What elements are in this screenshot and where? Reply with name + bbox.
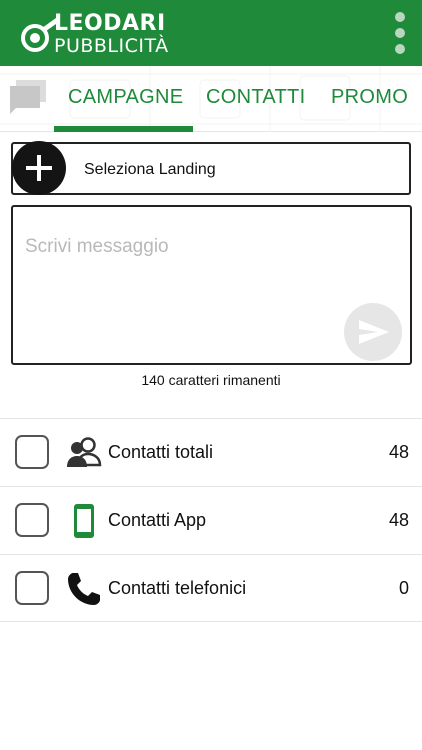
contact-row-label: Contatti totali [108, 442, 214, 462]
tab-contatti[interactable]: CONTATTI [206, 86, 305, 109]
message-input[interactable] [25, 227, 345, 267]
contact-row-telefonici[interactable]: Contatti telefonici 0 [0, 554, 422, 622]
tab-bar: CAMPAGNE CONTATTI PROMO [0, 66, 422, 132]
phone-icon [68, 573, 100, 605]
add-landing-button[interactable] [12, 141, 66, 195]
tab-promo[interactable]: PROMO [331, 86, 408, 109]
logo-subtitle: PUBBLICITÀ [54, 35, 169, 57]
active-tab-indicator [54, 126, 193, 132]
message-box [11, 205, 412, 365]
app-logo: LEODARI PUBBLICITÀ [20, 10, 220, 58]
landing-selector-label: Seleziona Landing [84, 161, 216, 178]
tab-campagne[interactable]: CAMPAGNE [68, 86, 183, 109]
contatti-telefonici-checkbox[interactable] [15, 571, 49, 605]
plus-icon [26, 155, 52, 181]
send-icon [359, 320, 389, 344]
contact-row-count: 48 [388, 442, 409, 462]
group-icon [67, 437, 102, 467]
contact-row-count: 48 [388, 510, 409, 530]
contact-row-app[interactable]: Contatti App 48 [0, 486, 422, 554]
contatti-totali-checkbox[interactable] [15, 435, 49, 469]
contact-row-count: 0 [398, 578, 409, 598]
contact-row-label: Contatti App [108, 510, 207, 530]
send-button[interactable] [344, 303, 402, 361]
logo-title: LEODARI [54, 11, 166, 36]
more-vert-icon[interactable] [392, 12, 408, 54]
contatti-app-checkbox[interactable] [15, 503, 49, 537]
smartphone-icon [74, 504, 94, 538]
contact-row-label: Contatti telefonici [108, 578, 247, 598]
characters-remaining: 140 caratteri rimanenti [141, 372, 281, 388]
chat-icon[interactable] [8, 78, 48, 114]
contact-row-totali[interactable]: Contatti totali 48 [0, 418, 422, 486]
app-bar: LEODARI PUBBLICITÀ [0, 0, 422, 66]
